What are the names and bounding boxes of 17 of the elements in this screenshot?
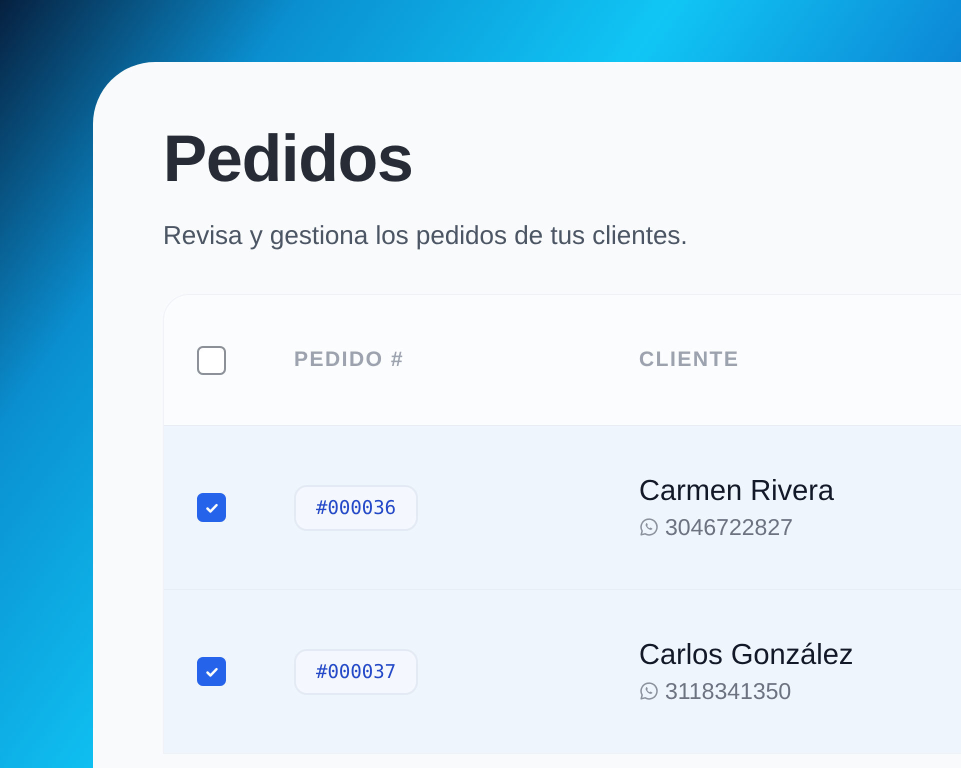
column-header: CLIENTE (639, 348, 740, 372)
page-title: Pedidos (163, 120, 414, 196)
customer-phone: 3118341350 (665, 678, 792, 704)
customer-name: Carlos González (639, 638, 854, 672)
page-subtitle: Revisa y gestiona los pedidos de tus clientes. (163, 219, 689, 252)
order-number[interactable]: #000037 (294, 648, 418, 694)
chat-phone-icon (639, 517, 659, 537)
select-all-checkbox[interactable] (197, 346, 226, 374)
row-checkbox[interactable] (197, 657, 226, 686)
customer-phone: 3046722827 (665, 514, 793, 540)
customer-name: Carmen Rivera (639, 474, 835, 508)
order-number[interactable]: #000036 (294, 484, 418, 530)
order-row[interactable]: #000037 Carlos González 3118341350 (164, 589, 961, 753)
column-header: PEDIDO # (294, 348, 406, 372)
row-checkbox[interactable] (197, 493, 226, 522)
order-row[interactable]: #000036 Carmen Rivera 3046722827 (164, 425, 961, 589)
chat-phone-icon (639, 681, 659, 701)
